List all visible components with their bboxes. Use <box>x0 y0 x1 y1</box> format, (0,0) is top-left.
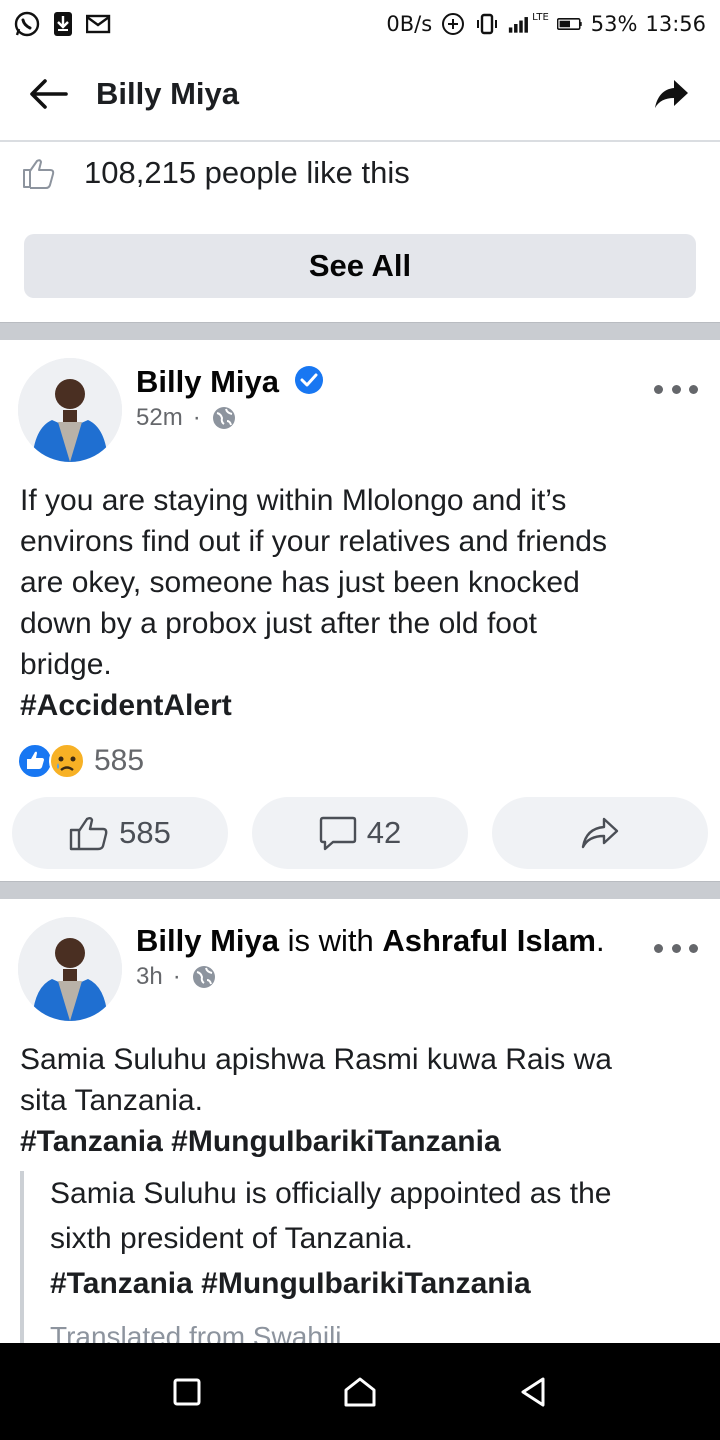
home-button[interactable] <box>330 1362 390 1422</box>
comment-button[interactable]: 42 <box>252 797 468 869</box>
app-bar: Billy Miya <box>0 48 720 142</box>
section-divider <box>0 322 720 340</box>
sad-reaction-icon <box>49 743 85 779</box>
arrow-left-icon <box>30 79 68 109</box>
verified-badge-icon <box>294 366 323 394</box>
comment-bubble-icon <box>319 816 356 851</box>
battery-percent: 53% <box>590 12 638 36</box>
post-time[interactable]: 52m <box>136 404 183 432</box>
globe-icon <box>192 966 215 988</box>
post-options-button[interactable] <box>654 374 698 404</box>
more-dot-icon <box>689 384 698 394</box>
whatsapp-icon <box>14 11 40 37</box>
post-time[interactable]: 3h <box>136 963 163 991</box>
vibrate-icon <box>474 11 500 37</box>
post-body-line: If you are staying within Mlolongo and i… <box>20 484 567 517</box>
post-body: Samia Suluhu apishwa Rasmi kuwa Rais wa … <box>20 1039 700 1162</box>
post-author[interactable]: Billy Miya is with Ashraful Islam. <box>136 923 605 959</box>
post-1: Billy Miya 52m · If you are staying with… <box>0 340 720 882</box>
more-dot-icon <box>671 943 681 953</box>
more-dot-icon <box>689 943 698 953</box>
thumbs-up-icon <box>69 817 108 851</box>
more-dot-icon <box>654 384 663 394</box>
post-body-line: down by a probox just after the old foot <box>20 607 537 640</box>
battery-icon <box>556 11 583 37</box>
more-dot-icon <box>654 943 663 953</box>
square-icon <box>173 1378 201 1405</box>
see-all-button[interactable]: See All <box>24 234 696 298</box>
post-body-line: bridge. <box>20 648 112 681</box>
hashtag-link[interactable]: #Tanzania #MunguIbarikiTanzania <box>20 1121 700 1162</box>
post-body-line: are okey, someone has just been knocked <box>20 566 580 599</box>
post-meta: 52m · <box>136 404 237 432</box>
triangle-back-icon <box>521 1377 545 1406</box>
share-page-button[interactable] <box>648 70 696 118</box>
with-text: is with <box>279 923 383 958</box>
likes-count-text: 108,215 people like this <box>84 155 410 190</box>
avatar[interactable] <box>18 358 122 462</box>
post-meta: 3h · <box>136 963 217 991</box>
back-nav-button[interactable] <box>503 1362 563 1422</box>
translation-line: sixth president of Tanzania. <box>50 1222 414 1255</box>
post-author[interactable]: Billy Miya <box>136 364 324 400</box>
status-bar: 0B/s LTE 53% 13:56 <box>0 0 720 48</box>
post-body-line: environs find out if your relatives and … <box>20 525 607 558</box>
translation-block: Samia Suluhu is officially appointed as … <box>20 1171 710 1343</box>
tagged-suffix: . <box>595 923 605 958</box>
section-divider <box>0 881 720 899</box>
thumbs-up-icon <box>23 159 55 189</box>
data-saver-icon <box>440 11 466 37</box>
mail-icon <box>86 11 112 37</box>
translation-line: Samia Suluhu is officially appointed as … <box>50 1177 612 1210</box>
signal-icon <box>508 11 534 37</box>
comment-count: 42 <box>366 815 402 850</box>
hashtag-link[interactable]: #AccidentAlert <box>20 685 700 726</box>
network-speed: 0B/s <box>386 12 433 36</box>
avatar[interactable] <box>18 917 122 1021</box>
home-icon <box>344 1377 376 1406</box>
like-count: 585 <box>119 815 171 850</box>
post-2: Billy Miya is with Ashraful Islam. 3h · … <box>0 899 720 1343</box>
globe-icon <box>212 407 235 429</box>
reactions-summary[interactable]: 585 <box>16 742 144 780</box>
download-icon <box>50 11 76 37</box>
page-likes-row: 108,215 people like this <box>0 148 720 198</box>
share-button[interactable] <box>492 797 708 869</box>
like-button[interactable]: 585 <box>12 797 228 869</box>
post-body-line: Samia Suluhu apishwa Rasmi kuwa Rais wa <box>20 1043 612 1076</box>
post-options-button[interactable] <box>654 933 698 963</box>
post-body-line: sita Tanzania. <box>20 1084 203 1117</box>
tagged-user[interactable]: Ashraful Islam <box>382 923 596 958</box>
recents-button[interactable] <box>157 1362 217 1422</box>
translated-from-label[interactable]: Translated from Swahili <box>50 1314 710 1343</box>
hashtag-link[interactable]: #Tanzania #MunguIbarikiTanzania <box>50 1261 710 1306</box>
more-dot-icon <box>671 384 681 394</box>
clock: 13:56 <box>645 12 706 36</box>
back-button[interactable] <box>24 70 72 118</box>
post-body: If you are staying within Mlolongo and i… <box>20 480 700 726</box>
meta-separator-dot: · <box>172 963 181 990</box>
system-nav-bar <box>0 1343 720 1440</box>
share-arrow-icon <box>581 817 619 849</box>
reaction-count: 585 <box>94 744 145 777</box>
meta-separator-dot: · <box>192 404 201 431</box>
network-type: LTE <box>532 12 549 23</box>
page-title: Billy Miya <box>96 76 239 111</box>
share-arrow-icon <box>655 80 688 108</box>
